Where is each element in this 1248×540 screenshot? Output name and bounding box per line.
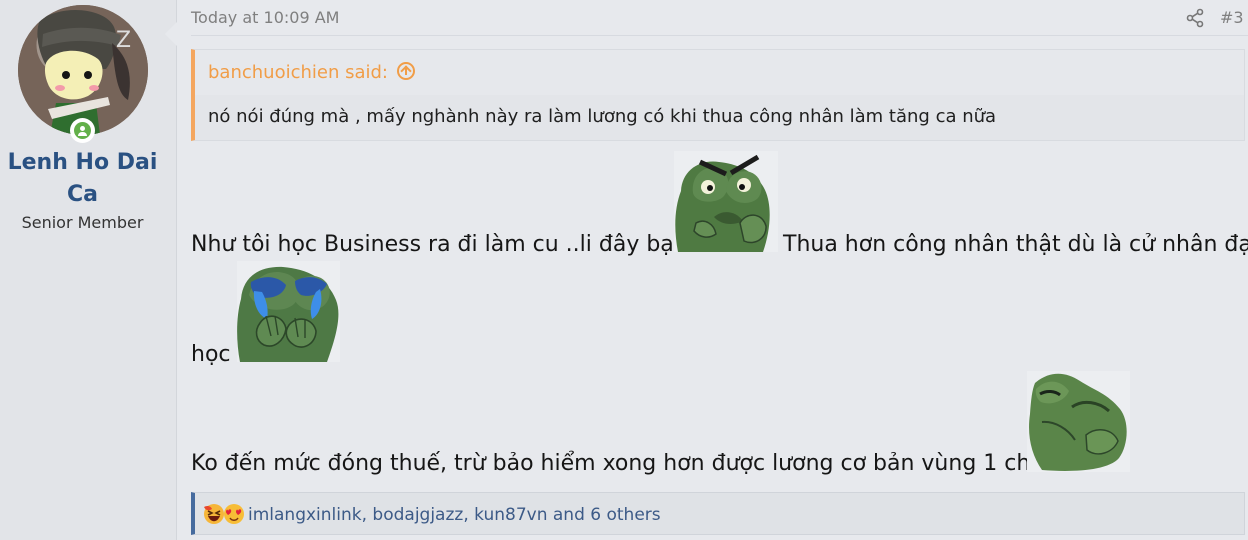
- post-line-1-start: Như tôi học Business ra đi làm cu ..li đ…: [191, 232, 688, 257]
- quote-header[interactable]: banchuoichien said:: [208, 62, 415, 83]
- quote-content: nó nói đúng mà , mấy nghành này ra làm l…: [195, 95, 1244, 140]
- reaction-users-link[interactable]: imlangxinlink, bodajgjazz, kun87vn and 6…: [248, 505, 661, 525]
- quote-author[interactable]: banchuoichien said:: [208, 62, 388, 83]
- post-timestamp[interactable]: Today at 10:09 AM: [191, 8, 339, 27]
- lying-frog-sticker: [1027, 371, 1130, 472]
- user-title: Senior Member: [21, 213, 144, 232]
- avatar-image: Z: [18, 5, 148, 135]
- post-line-1-end: Thua hơn công nhân thật dù là cử nhân đạ…: [783, 232, 1248, 257]
- user-sidebar: Z Lenh Ho Dai Ca Senior Member: [0, 0, 177, 540]
- username-line-2[interactable]: Ca: [67, 182, 98, 207]
- jump-to-quote-icon[interactable]: [397, 62, 415, 80]
- post-header-divider: [191, 35, 1248, 36]
- post-line-2: học: [191, 342, 231, 367]
- post-number-link[interactable]: #3: [1220, 8, 1244, 27]
- username-line-1[interactable]: Lenh Ho Dai: [8, 150, 158, 175]
- username-link[interactable]: Lenh Ho Dai Ca: [5, 147, 160, 211]
- love-reaction-icon: [224, 504, 244, 524]
- avatar[interactable]: Z: [18, 5, 148, 135]
- crying-frog-sticker: [237, 261, 340, 362]
- reactions-bar[interactable]: imlangxinlink, bodajgjazz, kun87vn and 6…: [191, 492, 1245, 535]
- online-user-icon: [78, 132, 87, 136]
- angry-frog-sticker: [674, 151, 778, 252]
- quote-block: banchuoichien said: nó nói đúng mà , mấy…: [191, 49, 1245, 141]
- svg-text:Z: Z: [116, 28, 131, 53]
- quote-text: nó nói đúng mà , mấy nghành này ra làm l…: [208, 106, 997, 127]
- post-line-3: Ko đến mức đóng thuế, trừ bảo hiểm xong …: [191, 451, 1053, 476]
- online-status-indicator: [70, 118, 95, 143]
- reaction-icons: [204, 504, 244, 524]
- haha-reaction-icon: [204, 504, 224, 524]
- share-icon[interactable]: [1185, 8, 1205, 28]
- message-arrow: [165, 22, 177, 46]
- online-user-icon: [80, 126, 85, 131]
